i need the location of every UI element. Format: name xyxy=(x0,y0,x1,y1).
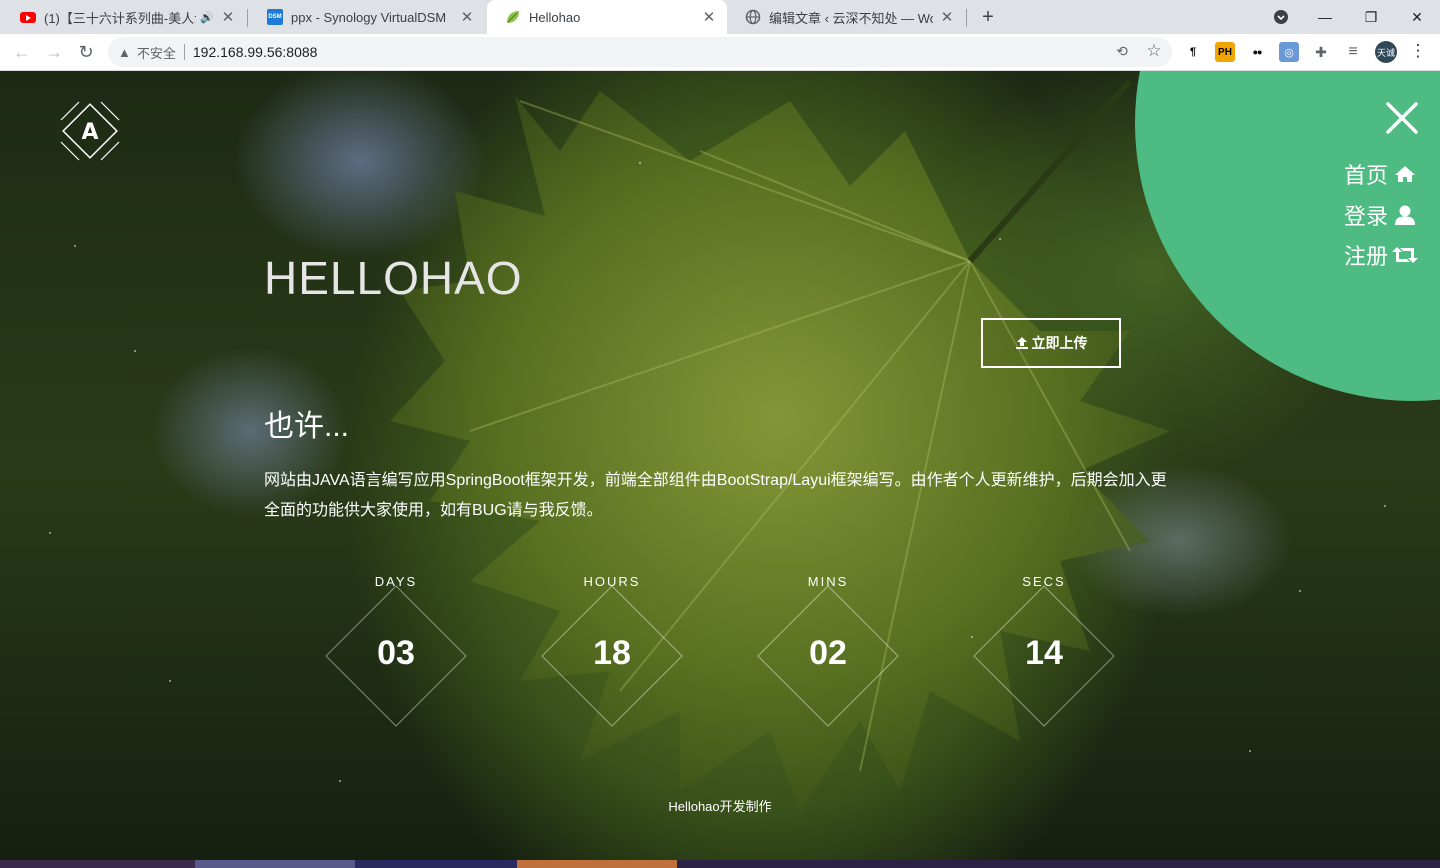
countdown-secs: SECS 14 xyxy=(959,571,1129,751)
countdown-value: 03 xyxy=(377,634,415,672)
dsm-icon: DSM xyxy=(267,9,283,25)
leaf-icon xyxy=(505,9,521,25)
tab-hellohao[interactable]: Hellohao ✕ xyxy=(487,0,727,34)
page-viewport: A HELLOHAO 立即上传 也许... 网站由JAVA语言编写应用Sprin… xyxy=(0,71,1440,860)
upload-icon xyxy=(1015,337,1028,349)
retweet-icon xyxy=(1392,243,1418,267)
tab-strip: (1)【三十六计系列曲-美人计 🔊 ✕ DSM ppx - Synology V… xyxy=(0,0,1440,34)
globe-icon xyxy=(745,9,761,25)
tab-synology[interactable]: DSM ppx - Synology VirtualDSM ✕ xyxy=(249,0,485,34)
tab-title: 编辑文章 ‹ 云深不知处 — WordPress xyxy=(769,10,933,26)
glasses-ext-icon[interactable]: ●● xyxy=(1247,42,1267,62)
countdown-days: DAYS 03 xyxy=(311,571,481,751)
home-icon xyxy=(1392,162,1418,186)
url-text[interactable]: 192.168.99.56:8088 xyxy=(193,44,318,60)
globe-ext-icon[interactable]: ◎ xyxy=(1279,42,1299,62)
footer-credit: Hellohao开发制作 xyxy=(668,799,772,814)
site-description: 网站由JAVA语言编写应用SpringBoot框架开发，前端全部组件由BootS… xyxy=(264,472,1167,519)
minimize-button[interactable]: — xyxy=(1302,0,1348,34)
ph-ext-icon[interactable]: PH xyxy=(1215,42,1235,62)
new-tab-button[interactable]: + xyxy=(976,5,1000,29)
upload-button-label: 立即上传 xyxy=(1031,335,1088,351)
hero-title: HELLOHAO xyxy=(264,252,523,304)
back-button[interactable]: ← xyxy=(8,38,36,66)
warning-icon[interactable]: ▲ xyxy=(118,45,131,60)
tab-separator xyxy=(247,9,248,27)
bookmark-star-icon[interactable]: ☆ xyxy=(1143,40,1165,62)
close-menu-icon[interactable] xyxy=(1385,101,1419,135)
menu-item-label: 首页 xyxy=(1343,163,1388,188)
countdown-value: 14 xyxy=(1025,634,1063,672)
profile-avatar[interactable]: 天诚 xyxy=(1375,41,1397,63)
security-label[interactable]: 不安全 xyxy=(137,43,176,62)
tab-wordpress[interactable]: 编辑文章 ‹ 云深不知处 — WordPress ✕ xyxy=(727,0,965,34)
tab-title: (1)【三十六计系列曲-美人计 xyxy=(44,10,197,26)
tab-search-icon[interactable] xyxy=(1258,0,1304,34)
menu-item-label: 注册 xyxy=(1343,244,1388,269)
reload-button[interactable]: ↻ xyxy=(72,38,100,66)
translate-icon[interactable]: ⟲ xyxy=(1111,40,1133,62)
user-icon xyxy=(1392,203,1418,227)
browser-menu-icon[interactable]: ⋮ xyxy=(1407,40,1429,62)
playlist-ext-icon[interactable]: ≡ xyxy=(1343,42,1363,62)
youtube-icon xyxy=(20,9,36,25)
close-tab-icon[interactable]: ✕ xyxy=(459,9,475,26)
countdown-hours: HOURS 18 xyxy=(527,571,697,751)
audio-icon[interactable]: 🔊 xyxy=(200,11,214,24)
close-tab-icon[interactable]: ✕ xyxy=(220,9,236,26)
pilcrow-ext-icon[interactable]: ¶ xyxy=(1183,42,1203,62)
address-bar[interactable]: ▲ 不安全 192.168.99.56:8088 xyxy=(108,37,1172,67)
close-window-button[interactable]: ✕ xyxy=(1394,0,1440,34)
svg-text:A: A xyxy=(81,120,98,145)
menu-item-login[interactable]: 登录 xyxy=(1344,199,1418,231)
close-tab-icon[interactable]: ✕ xyxy=(701,9,717,26)
countdown-value: 02 xyxy=(809,634,847,672)
tab-title: Hellohao xyxy=(529,9,581,25)
upload-button[interactable]: 立即上传 xyxy=(981,318,1121,368)
subtitle: 也许... xyxy=(264,410,350,443)
browser-toolbar: ← → ↻ ▲ 不安全 192.168.99.56:8088 ⟲ ☆ ¶ PH … xyxy=(0,34,1440,71)
close-tab-icon[interactable]: ✕ xyxy=(939,9,955,26)
maximize-button[interactable]: ❐ xyxy=(1348,0,1394,34)
forward-button[interactable]: → xyxy=(40,38,68,66)
menu-item-home[interactable]: 首页 xyxy=(1344,158,1418,190)
countdown-value: 18 xyxy=(593,634,631,672)
menu-item-label: 登录 xyxy=(1343,204,1388,229)
menu-item-register[interactable]: 注册 xyxy=(1344,239,1418,271)
tab-separator xyxy=(966,9,967,27)
puzzle-ext-icon[interactable]: ✚ xyxy=(1311,42,1331,62)
omnibox-divider xyxy=(183,44,185,60)
logo-icon[interactable]: A xyxy=(59,100,121,162)
tab-youtube[interactable]: (1)【三十六计系列曲-美人计 🔊 ✕ xyxy=(2,0,246,34)
countdown-mins: MINS 02 xyxy=(743,571,913,751)
tab-title: ppx - Synology VirtualDSM xyxy=(291,9,447,25)
taskbar-strip xyxy=(0,860,1440,868)
